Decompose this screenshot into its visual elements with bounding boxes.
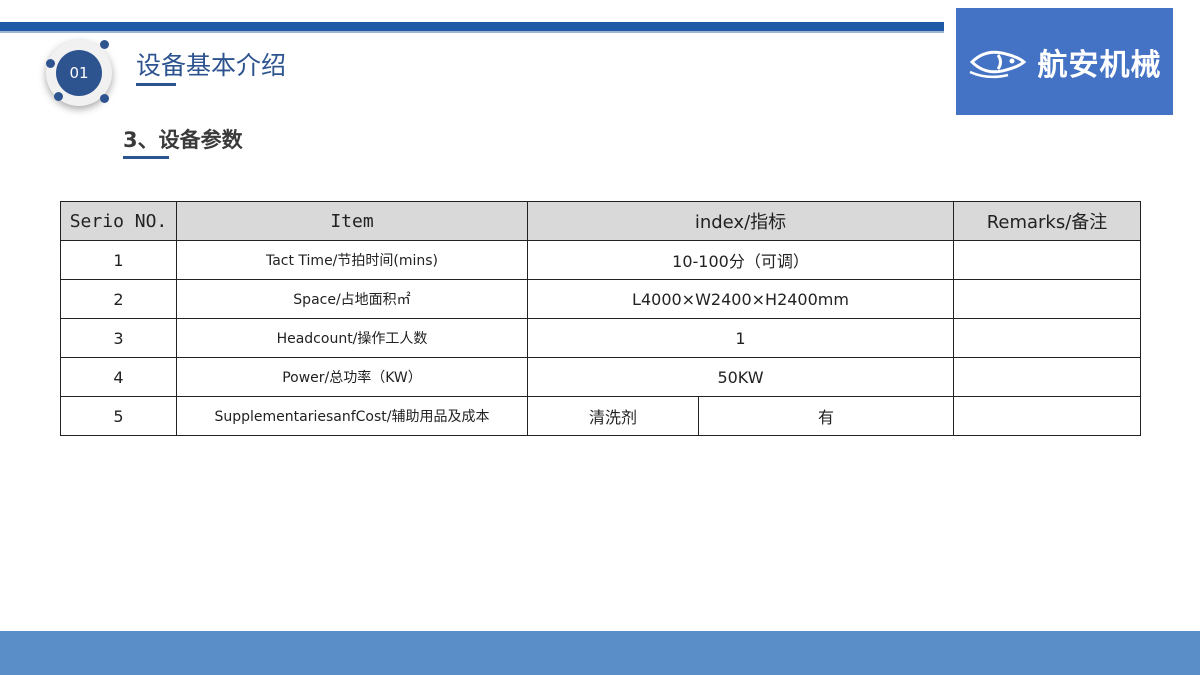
row-remarks (953, 396, 1141, 436)
column-header-remarks: Remarks/备注 (953, 201, 1141, 241)
table-row: 3 Headcount/操作工人数 1 (60, 318, 1141, 358)
row-item: Headcount/操作工人数 (176, 318, 528, 358)
row-value: L4000×W2400×H2400mm (527, 279, 954, 319)
row-value: 10-100分（可调） (527, 240, 954, 280)
table-header-row: Serio NO. Item index/指标 Remarks/备注 (60, 201, 1141, 241)
row-item: Space/占地面积㎡ (176, 279, 528, 319)
table-row: 5 SupplementariesanfCost/辅助用品及成本 清洗剂 有 (60, 396, 1141, 436)
row-remarks (953, 357, 1141, 397)
row-item: SupplementariesanfCost/辅助用品及成本 (176, 396, 528, 436)
row-value-available: 有 (698, 396, 954, 436)
row-number: 5 (60, 396, 177, 436)
section-title-underline (136, 83, 176, 86)
section-title: 设备基本介绍 (136, 51, 287, 80)
bottom-accent-bar (0, 631, 1200, 675)
row-number: 2 (60, 279, 177, 319)
section-number-badge: 01 (40, 34, 120, 114)
top-accent-line (0, 31, 944, 33)
row-number: 1 (60, 240, 177, 280)
row-remarks (953, 279, 1141, 319)
logo-brand-text: 航安机械 (1037, 47, 1162, 83)
row-number: 4 (60, 357, 177, 397)
row-number: 3 (60, 318, 177, 358)
row-value: 1 (527, 318, 954, 358)
table-row: 1 Tact Time/节拍时间(mins) 10-100分（可调） (60, 240, 1141, 280)
section-number: 01 (56, 50, 102, 96)
row-remarks (953, 240, 1141, 280)
column-header-index: index/指标 (527, 201, 954, 241)
row-value: 50KW (527, 357, 954, 397)
sub-title: 3、设备参数 (123, 128, 243, 152)
equipment-parameters-table: Serio NO. Item index/指标 Remarks/备注 1 Tac… (60, 201, 1141, 436)
row-remarks (953, 318, 1141, 358)
row-item: Power/总功率（KW） (176, 357, 528, 397)
top-accent-bar (0, 22, 944, 31)
fish-logo-icon (968, 50, 1026, 78)
column-header-serial: Serio NO. (60, 201, 177, 241)
company-logo: 航安机械 (956, 8, 1173, 115)
sub-title-underline (123, 156, 169, 159)
table-row: 2 Space/占地面积㎡ L4000×W2400×H2400mm (60, 279, 1141, 319)
table-row: 4 Power/总功率（KW） 50KW (60, 357, 1141, 397)
row-value-supply: 清洗剂 (527, 396, 699, 436)
column-header-item: Item (176, 201, 528, 241)
row-item: Tact Time/节拍时间(mins) (176, 240, 528, 280)
